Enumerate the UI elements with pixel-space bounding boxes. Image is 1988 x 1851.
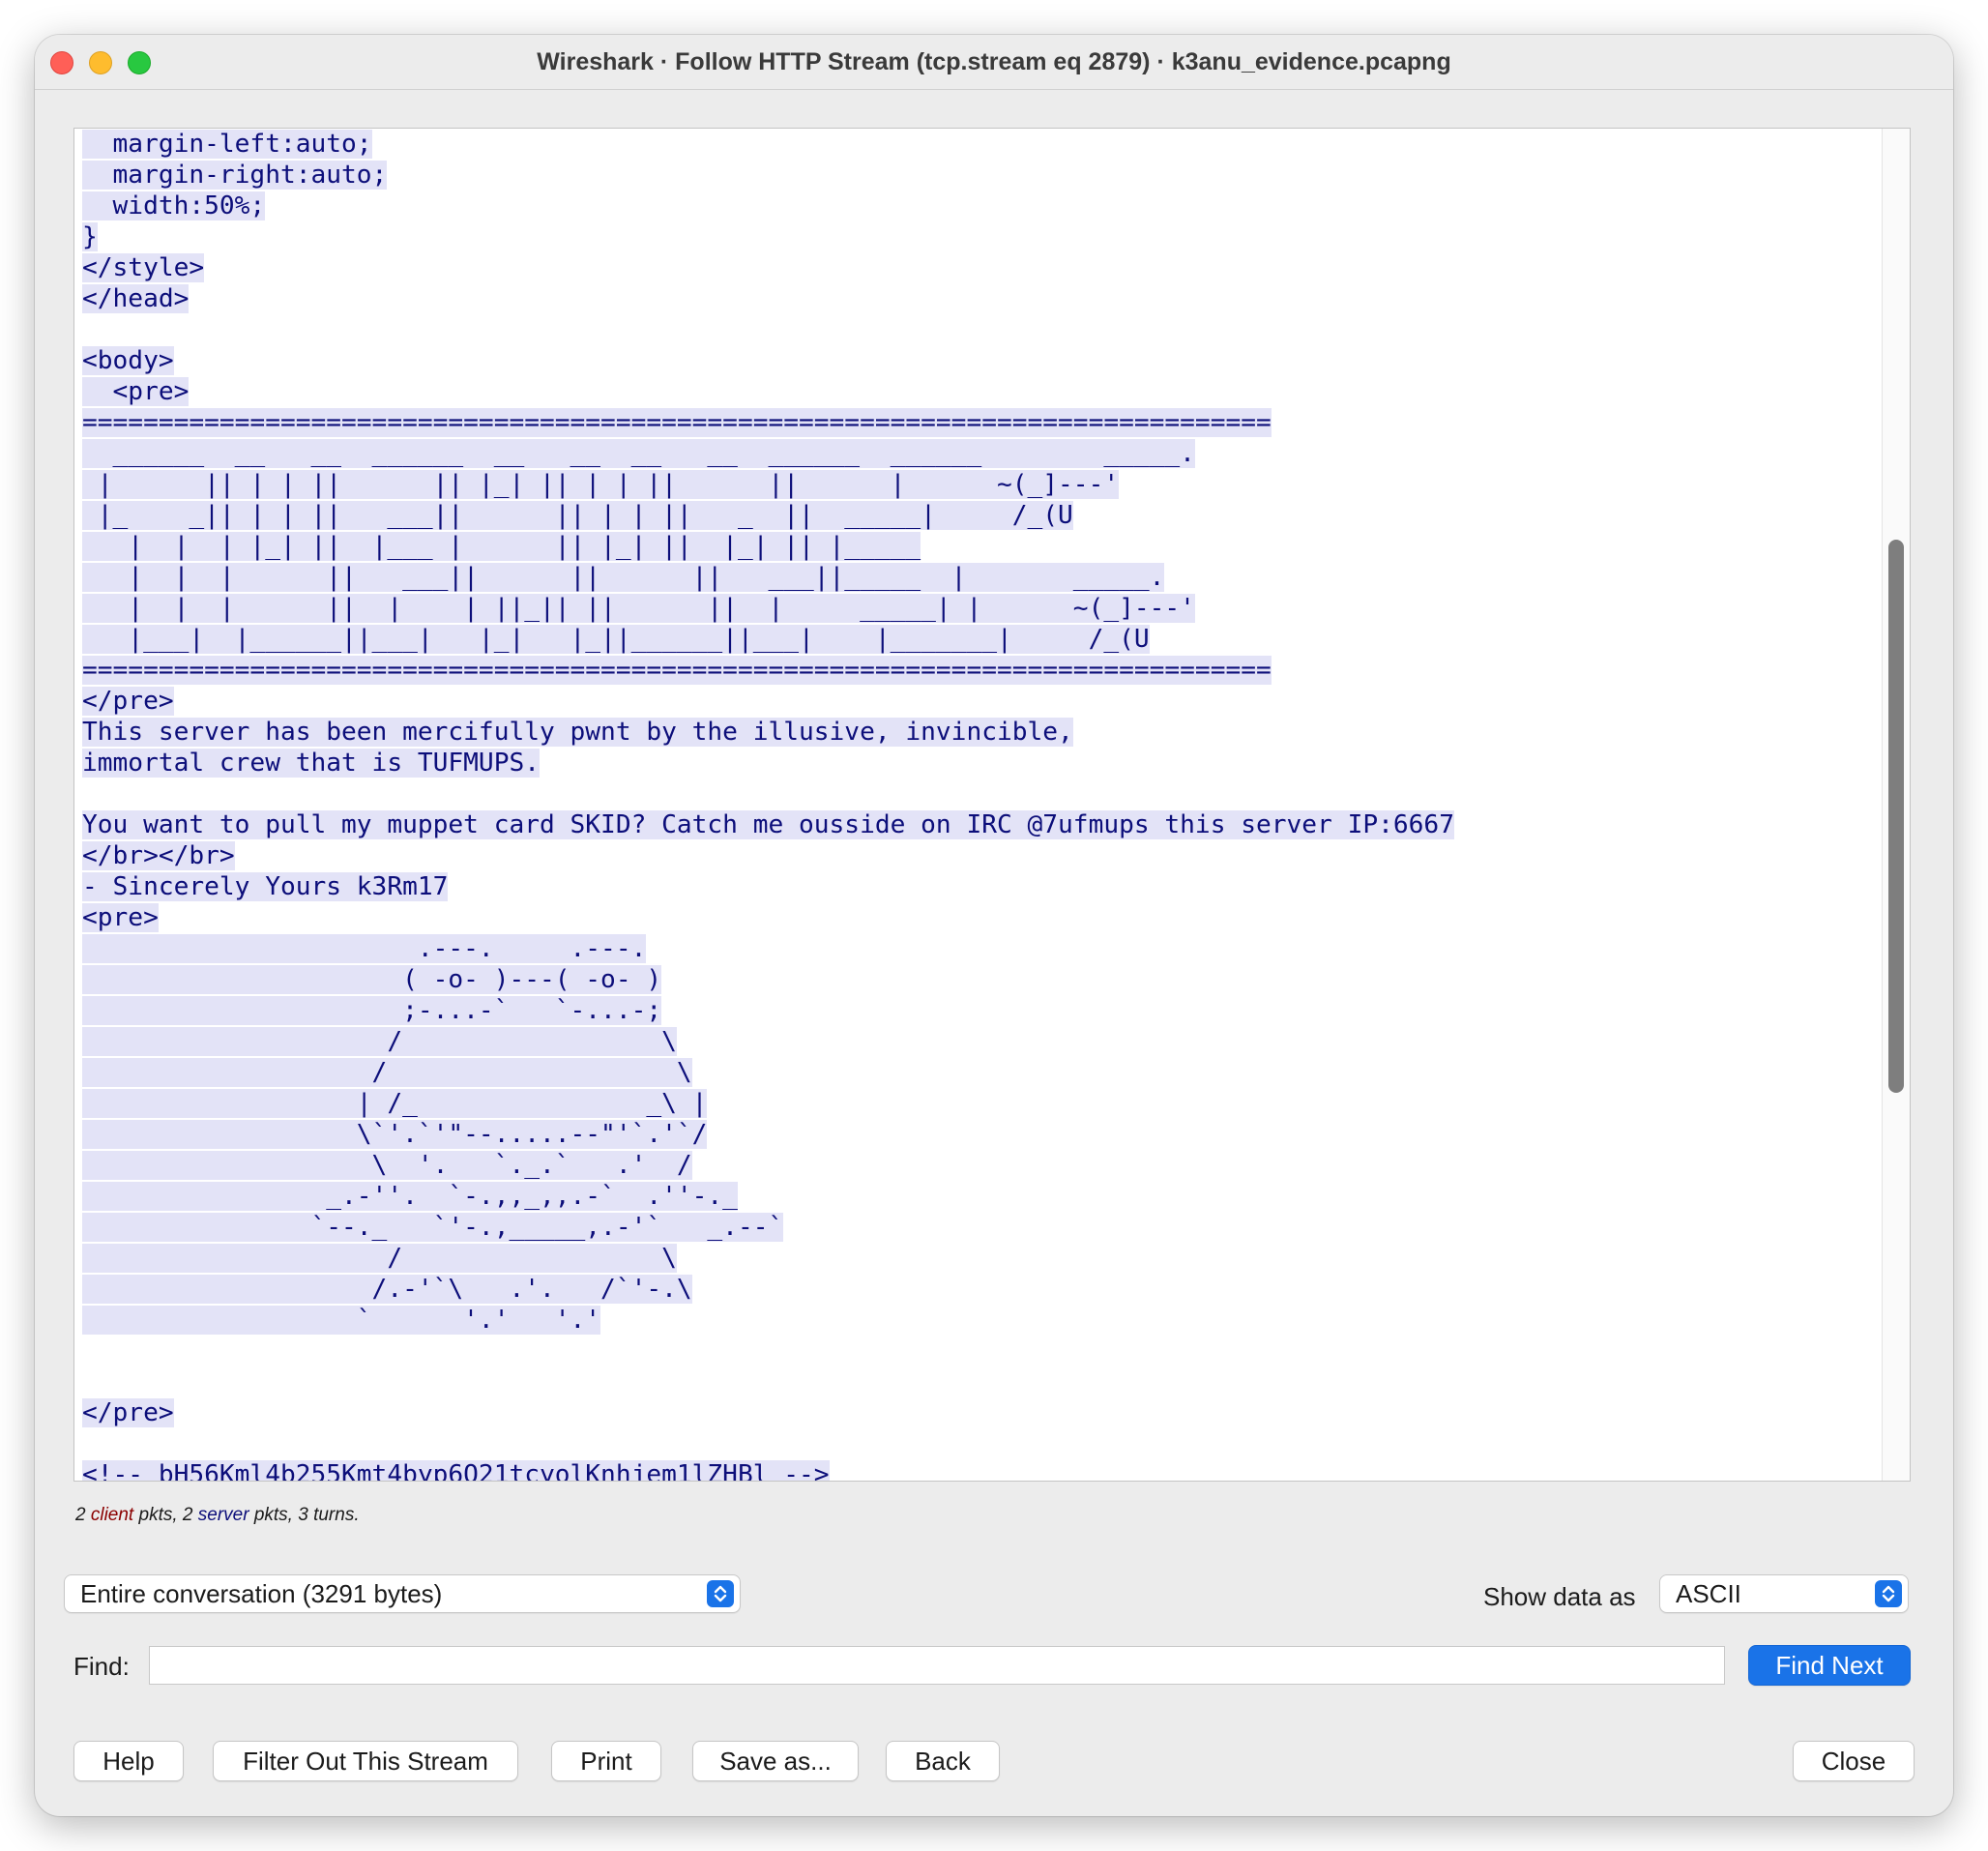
stream-line: |_ _|| | | || ___|| || | | || _ || _____…: [82, 501, 1073, 530]
client-label: client: [90, 1505, 134, 1525]
stream-line: margin-left:auto;: [82, 130, 372, 159]
stream-line: / \: [82, 1058, 692, 1087]
back-button[interactable]: Back: [886, 1741, 1000, 1781]
stream-line: `--._ `'-.,_____,.-'` _.--`: [82, 1213, 784, 1242]
stream-line: ========================================…: [82, 408, 1272, 437]
stream-line: You want to pull my muppet card SKID? Ca…: [82, 810, 1454, 839]
stream-line: ( -o- )---( -o- ): [82, 965, 662, 994]
stream-line: ______ __ __ ______ __ __ __ __ ______ _…: [82, 439, 1195, 468]
window-title: Wireshark · Follow HTTP Stream (tcp.stre…: [537, 48, 1451, 75]
stream-line: </br></br>: [82, 841, 235, 870]
stream-line: </pre>: [82, 1398, 174, 1427]
stream-line: | | | || ___|| || || ___||_____ | _____.: [82, 563, 1165, 592]
server-label: server: [197, 1505, 249, 1525]
find-label: Find:: [73, 1652, 130, 1681]
follow-stream-window: Wireshark · Follow HTTP Stream (tcp.stre…: [35, 35, 1953, 1816]
stream-line: | | | |_| || |___ | || |_| || |_| || |__…: [82, 532, 921, 561]
stats-end: pkts, 3 turns.: [248, 1505, 360, 1525]
title-bar: Wireshark · Follow HTTP Stream (tcp.stre…: [35, 35, 1953, 90]
show-data-select[interactable]: ASCII: [1659, 1574, 1909, 1613]
stream-line: immortal crew that is TUFMUPS.: [82, 749, 540, 778]
stream-line: ========================================…: [82, 656, 1272, 685]
find-input[interactable]: [149, 1646, 1725, 1685]
stream-line: </style>: [82, 253, 205, 282]
conversation-select[interactable]: Entire conversation (3291 bytes): [64, 1574, 741, 1613]
show-data-label: Show data as: [1483, 1582, 1636, 1611]
stream-line: </pre>: [82, 687, 174, 716]
stream-line: \ '. `._.` .' /: [82, 1151, 692, 1180]
vertical-scrollbar[interactable]: [1882, 129, 1910, 1481]
stream-content: margin-left:auto; margin-right:auto; wid…: [82, 129, 1454, 1481]
stream-line: _.-''. `-.,,_,,.-` .''-._: [82, 1182, 738, 1211]
stream-line: <pre>: [82, 903, 159, 932]
stream-line: </head>: [82, 284, 190, 313]
stream-line: ` '.' '.': [82, 1306, 601, 1335]
print-button[interactable]: Print: [551, 1741, 661, 1781]
stream-line: width:50%;: [82, 191, 266, 220]
stream-line: margin-right:auto;: [82, 161, 388, 190]
stream-line: <body>: [82, 346, 174, 375]
stream-line: / \: [82, 1244, 677, 1273]
stream-line: / \: [82, 1027, 677, 1056]
stream-line: | /_ _\ |: [82, 1089, 708, 1118]
stream-line: |___| |______||___| |_| |_||______||___|…: [82, 625, 1150, 654]
stream-line: \`'.`'"--.....--"'`.'`/: [82, 1120, 708, 1149]
stream-line: ;-...-` `-...-;: [82, 996, 662, 1025]
updown-chevron-icon: [1875, 1580, 1902, 1607]
close-button[interactable]: Close: [1793, 1741, 1915, 1781]
stream-line: | | | || | | ||_|| || || | _____| | ~(_]…: [82, 594, 1195, 623]
show-data-select-value: ASCII: [1676, 1579, 1741, 1608]
stream-line: - Sincerely Yours k3Rm17: [82, 872, 449, 901]
stats-middle: pkts, 2: [133, 1505, 198, 1525]
filter-out-stream-button[interactable]: Filter Out This Stream: [213, 1741, 518, 1781]
stream-line: | || | | || || |_| || | | || || | ~(_]--…: [82, 470, 1120, 499]
client-pkt-count: 2: [75, 1505, 86, 1525]
stream-line: <!-- bH56Kml4b255Kmt4byp6O21tcyolKnhjem1…: [82, 1460, 830, 1481]
stream-stats: 2 client pkts, 2 server pkts, 3 turns.: [75, 1505, 360, 1526]
help-button[interactable]: Help: [73, 1741, 184, 1781]
stream-line: /.-'`\ .'. /`'-.\: [82, 1275, 692, 1304]
stream-line: This server has been mercifully pwnt by …: [82, 718, 1073, 747]
scrollbar-thumb[interactable]: [1888, 540, 1904, 1093]
stream-text-view[interactable]: margin-left:auto; margin-right:auto; wid…: [73, 128, 1911, 1482]
updown-chevron-icon: [707, 1580, 734, 1607]
conversation-select-value: Entire conversation (3291 bytes): [80, 1579, 443, 1608]
find-next-button[interactable]: Find Next: [1748, 1645, 1911, 1686]
stream-line: .---. .---.: [82, 934, 647, 963]
stream-line: <pre>: [82, 377, 190, 406]
stream-line: }: [82, 222, 98, 251]
save-as-button[interactable]: Save as...: [692, 1741, 859, 1781]
